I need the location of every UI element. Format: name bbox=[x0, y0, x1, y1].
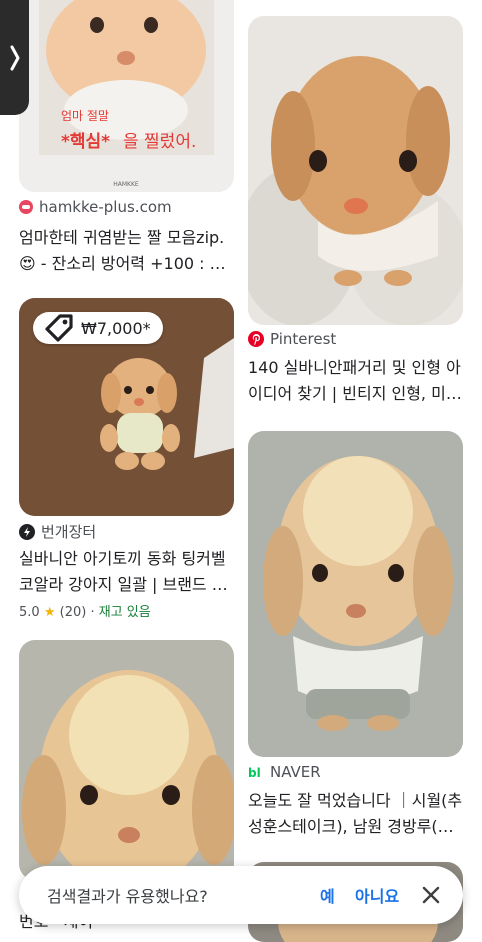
source-name: Pinterest bbox=[270, 330, 337, 348]
side-panel-handle[interactable] bbox=[0, 0, 29, 115]
result-title[interactable]: 140 실바니안패거리 및 인형 아 이디어 찾기 | 빈티지 인형, 미… bbox=[248, 355, 463, 407]
result-image[interactable]: ₩7,000* bbox=[19, 298, 234, 516]
price-badge: ₩7,000* bbox=[33, 312, 163, 344]
hamkke-logo-icon bbox=[19, 200, 33, 214]
source-name: hamkke-plus.com bbox=[39, 198, 172, 216]
overlay-brand: HAMKKE bbox=[113, 181, 139, 188]
result-title[interactable]: 실바니안 아기토끼 동화 팅커벨 코알라 강아지 일괄 | 브랜드 … bbox=[19, 546, 234, 598]
source-name: NAVER bbox=[270, 763, 321, 781]
bunjang-logo-icon bbox=[19, 523, 35, 540]
title-line-1: 140 실바니안패거리 및 인형 아 bbox=[248, 358, 461, 377]
title-line-2: 이디어 찾기 | 빈티지 인형, 미… bbox=[248, 384, 462, 403]
result-source[interactable]: Pinterest bbox=[248, 330, 336, 348]
result-source[interactable]: 번개장터 bbox=[19, 521, 96, 542]
overlay-line2-rest: 을 찔렀어. bbox=[123, 132, 196, 152]
svg-text:bl: bl bbox=[248, 766, 261, 779]
result-source[interactable]: hamkke-plus.com bbox=[19, 198, 172, 216]
star-icon: ★ bbox=[43, 605, 56, 620]
result-source[interactable]: bl NAVER bbox=[248, 763, 321, 781]
source-name: 번개장터 bbox=[41, 523, 97, 541]
result-image[interactable] bbox=[19, 640, 234, 880]
overlay-line1: 엄마 절말 bbox=[61, 109, 109, 123]
review-count: (20) bbox=[59, 605, 87, 620]
title-line-1: 오늘도 잘 먹었습니다 ｜시월(추 bbox=[248, 791, 463, 810]
price-tag-icon bbox=[45, 314, 73, 342]
separator: · bbox=[90, 605, 95, 620]
rating-value: 5.0 bbox=[19, 605, 40, 620]
title-line-2: 성훈스테이크), 남원 경방루(… bbox=[248, 817, 454, 836]
naver-logo-icon: bl bbox=[248, 764, 264, 780]
feedback-question: 검색결과가 유용했나요? bbox=[47, 887, 208, 906]
close-icon[interactable] bbox=[419, 883, 443, 907]
stock-status: 재고 있음 bbox=[98, 605, 151, 620]
title-line-2: 😍 - 잔소리 방어력 +100 : … bbox=[19, 254, 226, 273]
chevron-right-icon bbox=[10, 45, 19, 70]
feedback-yes-button[interactable]: 예 bbox=[320, 883, 335, 907]
overlay-line2-emphasis: *핵심* bbox=[61, 132, 110, 152]
pinterest-logo-icon bbox=[248, 331, 264, 347]
result-image[interactable] bbox=[248, 16, 463, 325]
result-title[interactable]: 엄마한테 귀염받는 짤 모음zip. 😍 - 잔소리 방어력 +100 : … bbox=[19, 225, 234, 277]
price-value: ₩7,000* bbox=[81, 318, 151, 338]
title-line-2: 코알라 강아지 일괄 | 브랜드 … bbox=[19, 575, 228, 594]
feedback-no-button[interactable]: 아니요 bbox=[355, 883, 399, 907]
feedback-bar: 검색결과가 유용했나요? 예 아니요 bbox=[19, 866, 463, 924]
title-line-1: 엄마한테 귀염받는 짤 모음zip. bbox=[19, 228, 225, 247]
rating-row: 5.0 ★ (20) · 재고 있음 bbox=[19, 601, 151, 620]
result-image[interactable]: 엄마 절말 *핵심* 을 찔렀어. HAMKKE bbox=[19, 0, 234, 192]
title-line-1: 실바니안 아기토끼 동화 팅커벨 bbox=[19, 549, 226, 568]
result-image[interactable] bbox=[248, 431, 463, 757]
result-title[interactable]: 오늘도 잘 먹었습니다 ｜시월(추 성훈스테이크), 남원 경방루(… bbox=[248, 788, 463, 840]
